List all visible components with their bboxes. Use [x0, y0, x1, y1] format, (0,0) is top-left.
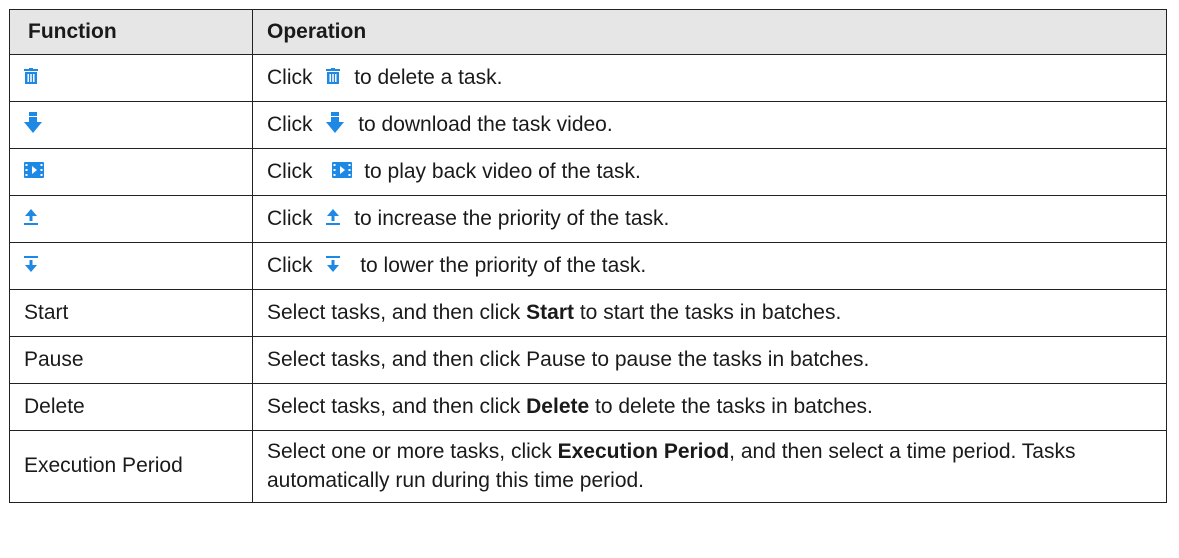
keyword: Execution Period: [557, 440, 730, 464]
table-row: Delete Select tasks, and then click Dele…: [9, 383, 1167, 431]
function-cell: Start: [9, 289, 253, 337]
download-icon: [326, 112, 345, 134]
operations-table: Function Operation Click to delete a tas…: [9, 9, 1167, 503]
operation-text: Click: [267, 207, 313, 230]
operation-text: to delete a task.: [354, 66, 503, 89]
table-row: Click to play back video of the task.: [9, 148, 1167, 196]
function-cell: Delete: [9, 383, 253, 431]
function-cell: [9, 54, 253, 102]
keyword: Delete: [526, 395, 590, 418]
operation-cell: Select tasks, and then click Delete to d…: [252, 383, 1167, 431]
operation-text: to increase the priority of the task.: [354, 207, 670, 230]
function-cell: [9, 148, 253, 196]
operation-text: Select tasks, and then click: [267, 301, 521, 324]
function-cell: Execution Period: [9, 430, 253, 503]
operation-cell: Click to increase the priority of the ta…: [252, 195, 1167, 243]
lower-priority-icon: [326, 256, 341, 273]
operation-text: to start the tasks in batches.: [579, 301, 842, 324]
operation-text: to play back video of the task.: [364, 160, 641, 183]
operation-text: to delete the tasks in batches.: [595, 395, 873, 418]
keyword: Start: [526, 301, 574, 324]
download-icon: [24, 112, 42, 134]
delete-icon: [24, 68, 38, 85]
operation-cell: Click to lower the priority of the task.: [252, 242, 1167, 290]
operation-cell: Select one or more tasks, click Executio…: [252, 430, 1167, 503]
operation-text: Click: [267, 254, 313, 277]
operation-cell: Click to download the task video.: [252, 101, 1167, 149]
lower-priority-icon: [24, 256, 38, 273]
table-row: Pause Select tasks, and then click Pause…: [9, 336, 1167, 384]
table-row: Click to download the task video.: [9, 101, 1167, 149]
table-header-row: Function Operation: [9, 9, 1167, 55]
playback-icon: [332, 162, 353, 179]
increase-priority-icon: [24, 209, 38, 226]
operation-cell: Select tasks, and then click Start to st…: [252, 289, 1167, 337]
operation-cell: Click to play back video of the task.: [252, 148, 1167, 196]
delete-icon: [326, 68, 341, 85]
table-row: Click to delete a task.: [9, 54, 1167, 102]
operation-cell: Click to delete a task.: [252, 54, 1167, 102]
operation-text: Click: [267, 113, 313, 136]
table-row: Execution Period Select one or more task…: [9, 430, 1167, 503]
operation-text: to download the task video.: [358, 113, 613, 136]
operation-text: Click: [267, 160, 313, 183]
table-row: Click to lower the priority of the task.: [9, 242, 1167, 290]
header-operation: Operation: [252, 9, 1167, 55]
playback-icon: [24, 162, 44, 179]
increase-priority-icon: [326, 209, 341, 226]
operation-text: Click: [267, 66, 313, 89]
operation-text: Select tasks, and then click: [267, 395, 521, 418]
function-cell: [9, 242, 253, 290]
header-function: Function: [9, 9, 253, 55]
operation-text: Select one or more tasks, click: [267, 440, 552, 464]
operation-cell: Select tasks, and then click Pause to pa…: [252, 336, 1167, 384]
operation-text: to lower the priority of the task.: [360, 254, 647, 277]
table-row: Click to increase the priority of the ta…: [9, 195, 1167, 243]
function-cell: Pause: [9, 336, 253, 384]
function-cell: [9, 195, 253, 243]
function-cell: [9, 101, 253, 149]
table-row: Start Select tasks, and then click Start…: [9, 289, 1167, 337]
